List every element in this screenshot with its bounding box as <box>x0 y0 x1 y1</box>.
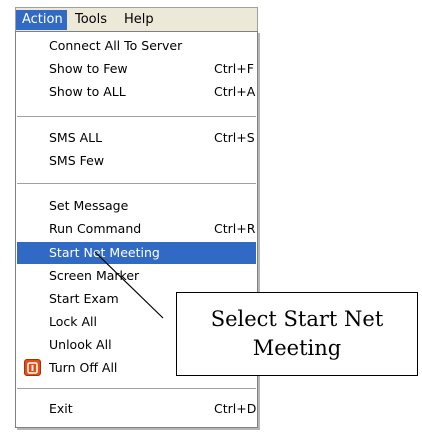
callout-box: Select Start Net Meeting <box>176 292 418 376</box>
callout-text-line-1: Select Start Net <box>210 307 384 331</box>
callout-text-line-2: Meeting <box>252 336 342 360</box>
